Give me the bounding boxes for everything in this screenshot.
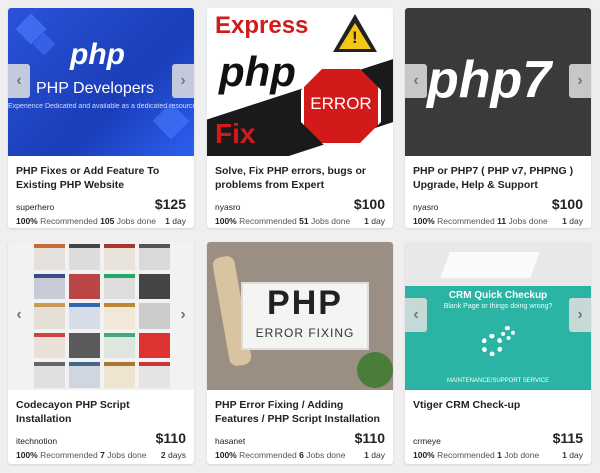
seller-name[interactable]: hasanet [215,436,245,446]
service-card[interactable]: php7 ‹ › PHP or PHP7 ( PHP v7, PHPNG ) U… [405,8,591,228]
price: $125 [154,196,186,212]
price: $100 [353,196,385,212]
service-card[interactable]: Express ! php Fix ERROR Solve, Fix PHP e… [207,8,393,228]
delivery-time: 1 day [364,216,385,226]
thumb-logo-text: php7 [427,51,552,109]
thumb-logo-text: php [219,48,296,95]
delivery-time: 1 day [364,450,385,460]
card-stats: 100% Recommended 105 Jobs done [16,216,156,226]
delivery-time: 1 day [165,216,186,226]
card-title[interactable]: Codecayon PHP Script Installation [16,398,186,428]
card-stats: 100% Recommended 6 Jobs done [215,450,346,460]
service-card[interactable]: PHP ERROR FIXING PHP Error Fixing / Addi… [207,242,393,464]
thumb-headline: Express [215,12,309,39]
card-stats: 100% Recommended 7 Jobs done [16,450,147,460]
thumb-headline: CRM Quick Checkup [448,290,548,301]
card-thumbnail[interactable]: PHP ERROR FIXING [207,242,393,390]
chevron-left-icon[interactable]: ‹ [405,64,427,98]
thumb-fix-text: Fix [215,118,256,149]
plant-icon [357,352,393,388]
chevron-right-icon[interactable]: › [569,64,591,98]
seller-name[interactable]: nyasro [413,202,439,212]
card-title[interactable]: PHP Error Fixing / Adding Features / PHP… [215,398,385,428]
delivery-time: 2 days [160,450,186,460]
seller-name[interactable]: itechnotion [16,436,57,446]
card-title[interactable]: Vtiger CRM Check-up [413,398,583,428]
gear-icon [501,326,515,340]
seller-name[interactable]: nyasro [215,202,241,212]
chevron-right-icon[interactable]: › [172,298,194,332]
chevron-left-icon[interactable]: ‹ [8,298,30,332]
card-stats: 100% Recommended 1 Job done [413,450,540,460]
card-thumbnail[interactable]: php PHP Developers Experience Dedicated … [8,8,194,156]
card-title[interactable]: PHP or PHP7 ( PHP v7, PHPNG ) Upgrade, H… [413,164,583,194]
price: $100 [551,196,583,212]
price: $110 [155,430,186,446]
stop-sign-label: ERROR [310,94,372,113]
chevron-left-icon[interactable]: ‹ [405,298,427,332]
card-stats: 100% Recommended 51 Jobs done [215,216,351,226]
thumb-headline: PHP Developers [36,80,154,97]
price: $115 [552,430,583,446]
thumb-tagline: Experience Dedicated and available as a … [8,103,194,110]
delivery-time: 1 day [562,450,583,460]
chevron-right-icon[interactable]: › [172,64,194,98]
card-thumbnail[interactable]: php7 ‹ › [405,8,591,156]
chevron-right-icon[interactable]: › [569,298,591,332]
service-grid: php PHP Developers Experience Dedicated … [0,0,600,473]
card-title[interactable]: PHP Fixes or Add Feature To Existing PHP… [16,164,186,194]
card-title[interactable]: Solve, Fix PHP errors, bugs or problems … [215,164,385,194]
card-thumbnail[interactable]: ‹ › [8,242,194,390]
seller-name[interactable]: superhero [16,202,54,212]
screenshot-mosaic [34,244,170,388]
thumb-subtitle: ERROR FIXING [255,326,355,340]
service-card[interactable]: php PHP Developers Experience Dedicated … [8,8,194,228]
service-card[interactable]: CRM Quick Checkup Blank Page or things d… [405,242,591,464]
thumb-logo-text: php [70,38,125,71]
service-card[interactable]: ‹ › Codecayon PHP Script Installation it… [8,242,194,464]
chevron-left-icon[interactable]: ‹ [8,64,30,98]
thumb-tagline: Blank Page or things doing wrong? [443,303,553,310]
thumb-logo-text: PHP [267,284,343,322]
seller-name[interactable]: crmeye [413,436,441,446]
delivery-time: 1 day [562,216,583,226]
card-stats: 100% Recommended 11 Jobs done [413,216,548,226]
card-thumbnail[interactable]: CRM Quick Checkup Blank Page or things d… [405,242,591,390]
thumb-footer-text: MAINTENANCE/SUPPORT SERVICE [446,378,550,384]
card-thumbnail[interactable]: Express ! php Fix ERROR [207,8,393,156]
price: $110 [354,430,385,446]
gear-icon [481,334,503,356]
